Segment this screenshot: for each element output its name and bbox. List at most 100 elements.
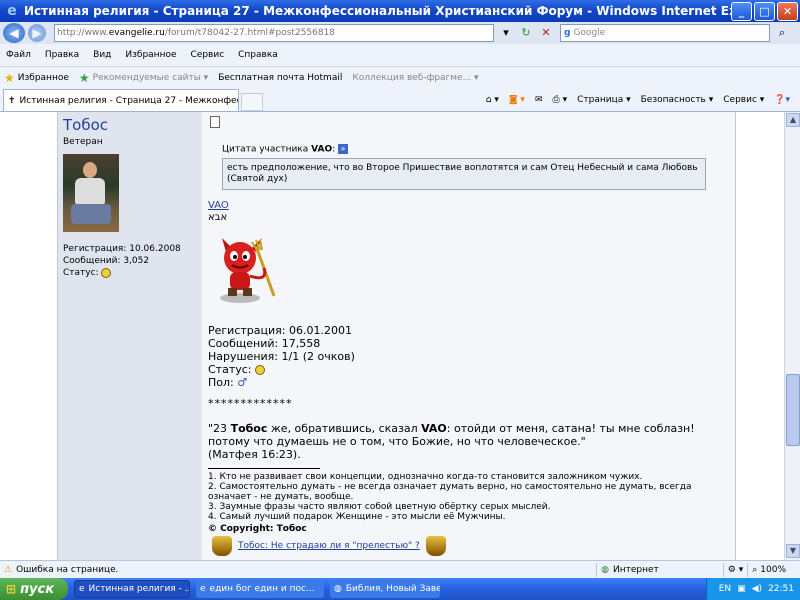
user-avatar — [63, 154, 119, 232]
prelest-link[interactable]: Тобос: Не страдаю ли я "прелестью" ? — [238, 541, 420, 551]
security-menu[interactable]: Безопасность ▾ — [641, 95, 714, 105]
task-ie-icon: e — [200, 584, 206, 594]
webslice-label: Коллекция веб-фрагме... ▾ — [352, 72, 479, 83]
signature-link[interactable]: VAO — [208, 200, 229, 211]
windows-taskbar: ⊞ пуск e Истинная религия - ... e един б… — [0, 578, 800, 600]
verse-ref: (Матфея 16:23). — [208, 448, 301, 461]
google-icon: g — [564, 28, 571, 38]
start-button[interactable]: ⊞ пуск — [0, 578, 68, 600]
task-ie-one-god[interactable]: e един бог един и пос... — [196, 580, 324, 598]
monk-icon — [212, 536, 232, 556]
sig-post-count: Сообщений: 17,558 — [208, 337, 321, 350]
sig-violations: Нарушения: 1/1 (2 очков) — [208, 350, 355, 363]
signature-hebrew: אבא — [208, 212, 228, 223]
menu-bar: Файл Правка Вид Избранное Сервис Справка — [0, 44, 800, 66]
back-button[interactable]: ◀ — [3, 23, 25, 43]
menu-view[interactable]: Вид — [93, 50, 111, 60]
url-path: /forum/t78042-27.html#post2556818 — [164, 28, 336, 38]
volume-icon[interactable]: ◀) — [752, 584, 762, 594]
network-icon[interactable]: ▣ — [737, 584, 746, 594]
warning-icon[interactable]: ⚠ — [4, 565, 12, 575]
rule-item: 3. Заумные фразы часто являют собой цвет… — [208, 502, 551, 512]
menu-tools[interactable]: Сервис — [191, 50, 225, 60]
username-link[interactable]: Тобос — [63, 116, 108, 134]
page-menu[interactable]: Страница ▾ — [577, 95, 631, 105]
status-message[interactable]: Ошибка на странице. — [16, 565, 118, 575]
forward-button[interactable]: ▶ — [28, 24, 46, 42]
tab-current[interactable]: ✝ Истинная религия - Страница 27 - Межко… — [3, 89, 239, 111]
new-tab-button[interactable] — [241, 93, 263, 111]
user-status-label: Статус: — [63, 268, 99, 278]
task-label: един бог един и пос... — [209, 584, 315, 594]
quote-text: есть предположение, что во Второе Пришес… — [222, 157, 706, 190]
command-bar: ⌂ ▾ ◙ ▾ ✉ ⎙ ▾ Страница ▾ Безопасность ▾ … — [486, 89, 800, 111]
task-label: Истинная религия - ... — [88, 584, 190, 594]
signature-rules: 1. Кто не развивает свои концепции, одно… — [208, 472, 728, 522]
favorites-bar: ★ Избранное ★ Рекомендуемые сайты ▾ Бесп… — [0, 66, 800, 88]
print-icon[interactable]: ⎙ ▾ — [553, 95, 568, 105]
tools-menu[interactable]: Сервис ▾ — [723, 95, 764, 105]
zoom-level[interactable]: 100% — [760, 565, 786, 575]
fav-suggested-sites[interactable]: ★ Рекомендуемые сайты ▾ — [79, 71, 208, 85]
quote-author: VAO — [311, 144, 333, 155]
sig-status-smiley-icon — [255, 365, 266, 375]
sig-status-label: Статус: — [208, 363, 252, 376]
status-bar: ⚠ Ошибка на странице. ◍ Интернет ⚙ ▾ ⌕ 1… — [0, 560, 800, 578]
start-label: пуск — [20, 581, 55, 597]
menu-file[interactable]: Файл — [6, 50, 31, 60]
zoom-icon: ⌕ — [752, 564, 758, 575]
quote-header-label: Цитата участника — [222, 144, 309, 155]
devil-icon — [220, 238, 276, 303]
fav-webslice-gallery[interactable]: Коллекция веб-фрагме... ▾ — [352, 73, 478, 83]
user-info: Регистрация: 10.06.2008 Сообщений: 3,052… — [63, 243, 181, 279]
minimize-button[interactable]: _ — [731, 1, 752, 21]
address-toolbar: ◀ ▶ http://www. evangelie.ru/forum/t78042… — [0, 22, 800, 44]
signature-stats: Регистрация: 06.01.2001 Сообщений: 17,55… — [208, 324, 355, 389]
globe-icon: ◍ — [601, 564, 609, 575]
user-status-row: Статус: — [63, 267, 181, 279]
address-input[interactable]: http://www. evangelie.ru/forum/t78042-27.… — [54, 24, 494, 42]
refresh-icon[interactable]: ↻ — [518, 25, 534, 41]
favorites-button[interactable]: ★ Избранное — [4, 71, 69, 85]
task-ie-religion[interactable]: e Истинная религия - ... — [74, 580, 190, 598]
add-favorite-icon: ★ — [78, 70, 90, 85]
quote-block: Цитата участника VAO: » есть предположен… — [222, 144, 706, 190]
menu-help[interactable]: Справка — [238, 50, 278, 60]
mail-icon[interactable]: ✉ — [535, 95, 543, 105]
maximize-button[interactable]: □ — [754, 1, 775, 21]
system-tray: EN ▣ ◀) 22:51 — [705, 578, 800, 600]
search-input[interactable]: g Google — [560, 24, 770, 42]
fav-suggested-label: Рекомендуемые сайты ▾ — [92, 72, 209, 83]
protected-mode-icon[interactable]: ⚙ ▾ — [728, 565, 743, 575]
tab-label: Истинная религия - Страница 27 - Межконф… — [19, 95, 238, 106]
scroll-down-button[interactable]: ▼ — [786, 544, 800, 558]
close-button[interactable]: ✕ — [777, 1, 798, 21]
task-globe-icon: ◍ — [334, 584, 342, 594]
user-post-count: Сообщений: 3,052 — [63, 256, 150, 266]
feeds-icon[interactable]: ◙ ▾ — [509, 95, 525, 105]
stop-icon[interactable]: ✕ — [538, 25, 554, 41]
menu-favorites[interactable]: Избранное — [125, 50, 176, 60]
verse-block: "23 Тобос же, обратившись, сказал VAO: о… — [208, 422, 718, 461]
clock[interactable]: 22:51 — [768, 584, 794, 594]
search-icon[interactable]: ⌕ — [774, 25, 790, 41]
task-bible[interactable]: ◍ Библия, Новый Заве... — [330, 580, 440, 598]
language-indicator[interactable]: EN — [719, 584, 731, 594]
scroll-up-button[interactable]: ▲ — [786, 113, 800, 127]
sig-gender-label: Пол: — [208, 376, 234, 389]
scroll-thumb[interactable] — [786, 374, 800, 446]
vertical-scrollbar[interactable]: ▲ ▼ — [784, 112, 800, 560]
task-label: Библия, Новый Заве... — [345, 584, 440, 594]
sig-reg-date: Регистрация: 06.01.2001 — [208, 324, 352, 337]
home-icon[interactable]: ⌂ ▾ — [486, 95, 499, 105]
fav-hotmail[interactable]: Бесплатная почта Hotmail — [218, 73, 342, 83]
star-icon: ★ — [4, 70, 15, 85]
help-icon[interactable]: ❓▾ — [774, 95, 790, 105]
view-post-icon[interactable]: » — [338, 144, 349, 154]
monk-icon — [425, 536, 446, 556]
menu-edit[interactable]: Правка — [45, 50, 79, 60]
sig-status-row: Статус: — [208, 363, 355, 376]
hotmail-label: Бесплатная почта Hotmail — [218, 72, 343, 83]
favorites-label: Избранное — [17, 72, 69, 83]
address-dropdown-icon[interactable]: ▾ — [498, 25, 514, 41]
